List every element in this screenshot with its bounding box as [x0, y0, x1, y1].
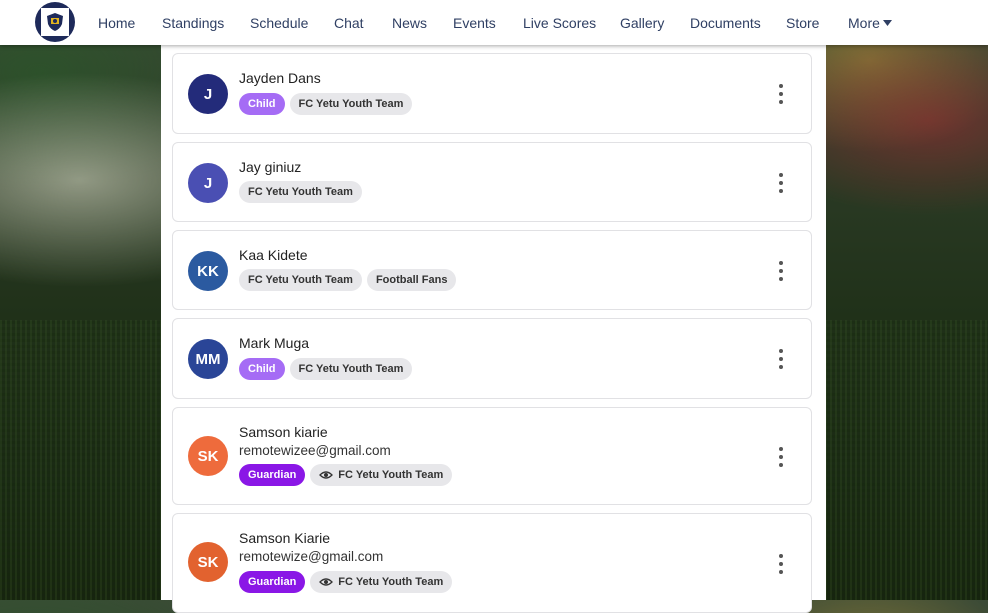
more-options-icon[interactable]: [777, 554, 785, 574]
members-panel: J Jayden Dans Child FC Yetu Youth Team J…: [161, 45, 826, 613]
member-card[interactable]: MM Mark Muga Child FC Yetu Youth Team: [172, 318, 812, 399]
nav-live-scores[interactable]: Live Scores: [523, 15, 596, 31]
team-badge: FC Yetu Youth Team: [239, 269, 362, 291]
role-badge-guardian: Guardian: [239, 464, 306, 486]
nav-home[interactable]: Home: [98, 15, 135, 31]
shield-icon: [41, 8, 69, 36]
team-badge: FC Yetu Youth Team: [239, 181, 362, 203]
nav-documents[interactable]: Documents: [690, 15, 761, 31]
avatar: J: [188, 74, 228, 114]
nav-news[interactable]: News: [392, 15, 427, 31]
member-card[interactable]: J Jay giniuz FC Yetu Youth Team: [172, 142, 812, 222]
more-options-icon[interactable]: [777, 261, 785, 281]
team-badge: FC Yetu Youth Team: [289, 93, 413, 115]
nav-schedule[interactable]: Schedule: [250, 15, 308, 31]
member-name: Jay giniuz: [239, 159, 302, 175]
team-badge: FC Yetu Youth Team: [289, 358, 413, 380]
caret-down-icon: [882, 19, 892, 26]
team-badge: FC Yetu Youth Team: [310, 571, 453, 593]
team-badge-label: FC Yetu Youth Team: [338, 469, 444, 481]
member-name: Jayden Dans: [239, 70, 321, 86]
more-options-icon[interactable]: [777, 173, 785, 193]
nav-gallery[interactable]: Gallery: [620, 15, 664, 31]
more-options-icon[interactable]: [777, 447, 785, 467]
role-badge-guardian: Guardian: [239, 571, 306, 593]
member-email: remotewizee@gmail.com: [239, 443, 391, 458]
nav-events[interactable]: Events: [453, 15, 496, 31]
nav-more-label: More: [848, 14, 880, 31]
team-badge: FC Yetu Youth Team: [310, 464, 453, 486]
nav-more[interactable]: More: [848, 15, 892, 31]
member-card[interactable]: SK Samson kiarie remotewizee@gmail.com G…: [172, 407, 812, 505]
role-badge-child: Child: [239, 93, 285, 115]
avatar: J: [188, 163, 228, 203]
nav-store[interactable]: Store: [786, 15, 819, 31]
member-name: Samson Kiarie: [239, 530, 331, 546]
club-logo[interactable]: [35, 2, 75, 42]
member-email: remotewize@gmail.com: [239, 549, 384, 564]
role-badge-child: Child: [239, 358, 285, 380]
avatar: SK: [188, 436, 228, 476]
member-card[interactable]: SK Samson Kiarie remotewize@gmail.com Gu…: [172, 513, 812, 613]
more-options-icon[interactable]: [777, 84, 785, 104]
group-badge: Football Fans: [366, 269, 457, 291]
more-options-icon[interactable]: [777, 349, 785, 369]
nav-chat[interactable]: Chat: [334, 15, 364, 31]
member-name: Samson kiarie: [239, 424, 328, 440]
avatar: MM: [188, 339, 228, 379]
member-card[interactable]: J Jayden Dans Child FC Yetu Youth Team: [172, 53, 812, 134]
avatar: SK: [188, 542, 228, 582]
top-navbar: Home Standings Schedule Chat News Events…: [0, 0, 988, 45]
member-name: Kaa Kidete: [239, 247, 308, 263]
eye-icon: [319, 471, 334, 479]
avatar: KK: [188, 251, 228, 291]
member-card[interactable]: KK Kaa Kidete FC Yetu Youth Team Footbal…: [172, 230, 812, 310]
member-name: Mark Muga: [239, 335, 310, 351]
eye-icon: [319, 578, 334, 586]
nav-standings[interactable]: Standings: [162, 15, 224, 31]
team-badge-label: FC Yetu Youth Team: [338, 576, 444, 588]
